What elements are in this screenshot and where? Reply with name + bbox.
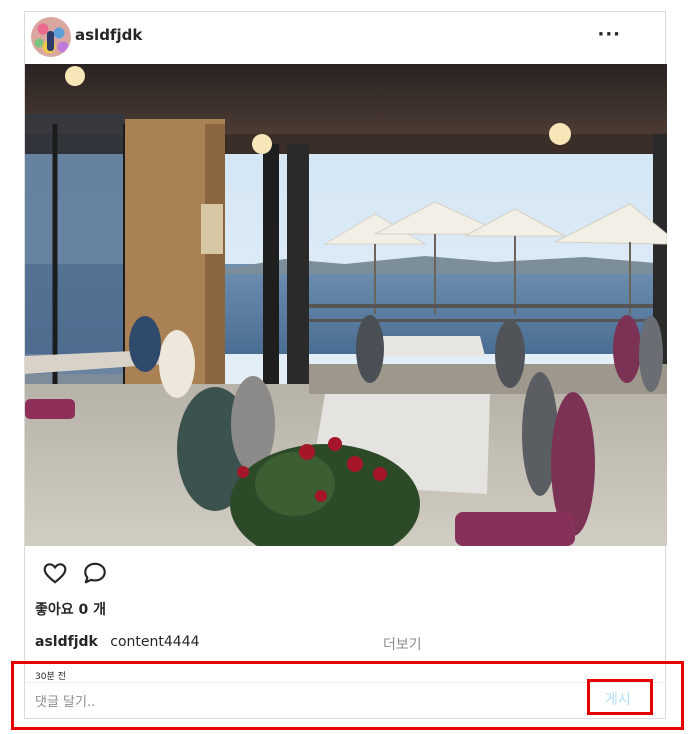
caption-username[interactable]: asldfjdk: [35, 634, 98, 650]
post-image[interactable]: [25, 64, 667, 546]
comment-icon[interactable]: [82, 560, 110, 588]
post-actions: [25, 560, 665, 590]
more-options-button[interactable]: ···: [597, 24, 621, 45]
heart-icon[interactable]: [42, 560, 70, 588]
highlight-post-button: [587, 679, 653, 715]
avatar[interactable]: [31, 17, 71, 57]
likes-count: 좋아요 0 개: [35, 602, 107, 618]
more-link[interactable]: 더보기: [383, 634, 422, 654]
post-header: asldfjdk ···: [25, 12, 665, 64]
username[interactable]: asldfjdk: [75, 26, 142, 44]
post-caption: asldfjdk content4444 더보기: [35, 634, 635, 653]
post-card: asldfjdk ··· 좋아요 0 개 asldfjdk content444…: [24, 11, 667, 719]
highlight-comment-area: [11, 661, 684, 730]
caption-text: content4444: [110, 634, 200, 650]
